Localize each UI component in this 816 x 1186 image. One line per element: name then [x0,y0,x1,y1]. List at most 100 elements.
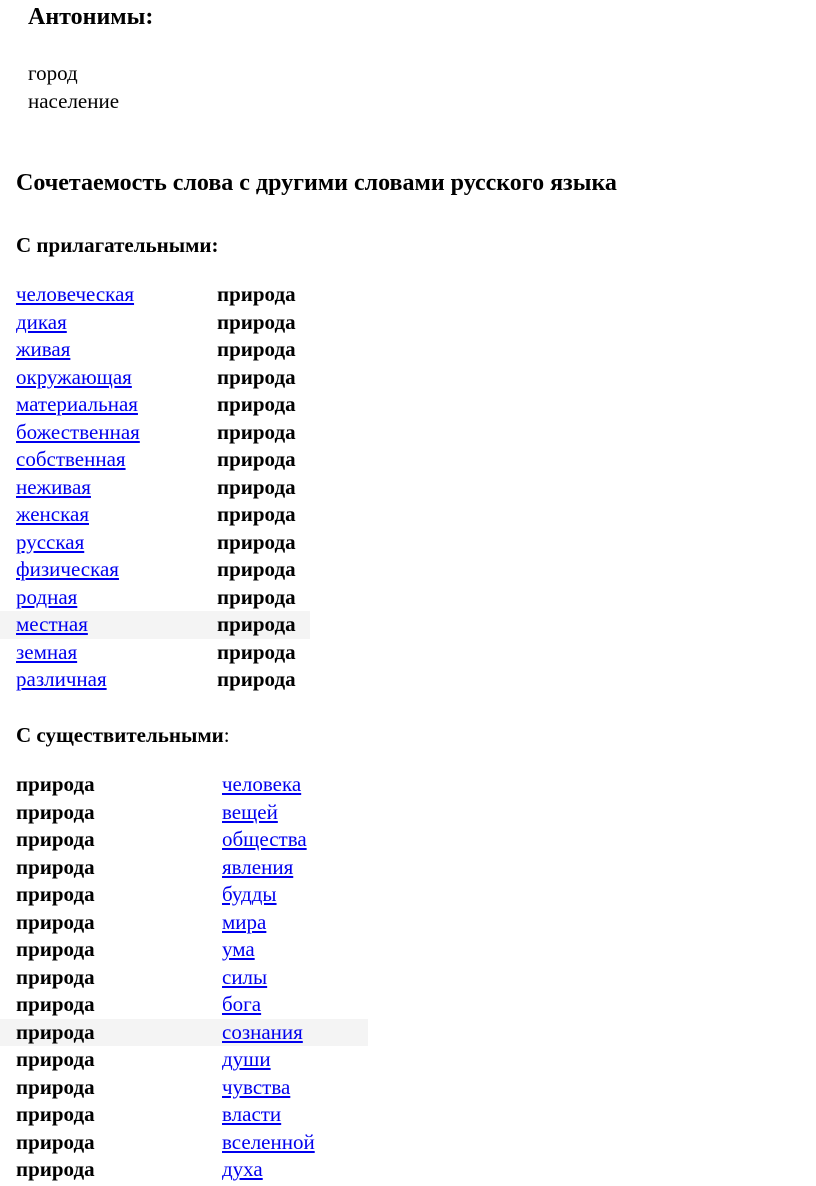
noun-link[interactable]: силы [222,964,267,992]
noun-text: природа [217,557,296,581]
adjective-link[interactable]: окружающая [16,364,132,392]
noun-text: природа [217,419,296,444]
table-row: природа вещей [0,799,816,827]
noun-text: природа [16,827,95,851]
noun-text: природа [16,1074,95,1099]
noun-text: природа [217,392,296,416]
noun-link[interactable]: сознания [222,1019,303,1047]
noun-text: природа [16,937,95,961]
noun-text: природа [217,529,296,554]
adjectives-heading: С прилагательными: [16,233,219,257]
table-row: природа власти [0,1101,816,1129]
noun-text: природа [16,854,95,879]
adjective-link[interactable]: неживая [16,474,91,502]
table-row: собственная природа [0,446,816,474]
table-row: родная природа [0,584,816,612]
noun-link[interactable]: человека [222,771,301,799]
antonyms-list: город население [28,60,119,115]
table-row: природа явления [0,854,816,882]
adjective-link[interactable]: собственная [16,446,126,474]
noun-text: природа [217,282,296,306]
collocation-heading: Сочетаемость слова с другими словами рус… [16,170,617,196]
table-row: материальная природа [0,391,816,419]
table-row: природа духа [0,1156,816,1184]
noun-text: природа [217,474,296,499]
noun-text: природа [217,309,296,334]
noun-link[interactable]: бога [222,991,261,1019]
antonyms-heading: Антонимы: [28,4,154,30]
table-row: неживая природа [0,474,816,502]
adjective-link[interactable]: материальная [16,391,138,419]
table-row: природа общества [0,826,816,854]
antonym-item: город [28,61,78,85]
noun-text: природа [16,1129,95,1154]
noun-link[interactable]: будды [222,881,277,909]
antonym-item: население [28,88,120,113]
nouns-heading: С существительными: [16,723,230,748]
noun-link[interactable]: мира [222,909,266,937]
noun-link[interactable]: чувства [222,1074,290,1102]
table-row: природа мира [0,909,816,937]
table-row: природа бога [0,991,816,1019]
table-row: природа сознания [0,1018,368,1047]
noun-text: природа [16,1019,95,1044]
noun-text: природа [16,1047,95,1071]
noun-text: природа [16,772,95,796]
table-row: женская природа [0,501,816,529]
table-row: природа человека [0,771,816,799]
table-row: физическая природа [0,556,816,584]
noun-text: природа [217,639,296,664]
adjective-link[interactable]: женская [16,501,89,529]
adjective-link[interactable]: земная [16,639,77,667]
table-row: русская природа [0,529,816,557]
noun-text: природа [16,992,95,1016]
table-row: человеческая природа [0,281,816,309]
adjective-link[interactable]: русская [16,529,84,557]
noun-link[interactable]: общества [222,826,307,854]
nouns-heading-colon: : [223,723,230,747]
table-row: божественная природа [0,419,816,447]
noun-link[interactable]: души [222,1046,271,1074]
noun-link[interactable]: вселенной [222,1129,315,1157]
table-row: природа души [0,1046,816,1074]
adjective-link[interactable]: различная [16,666,107,694]
noun-text: природа [217,447,296,471]
adjective-link[interactable]: физическая [16,556,119,584]
nouns-heading-text: С существительными [16,723,224,747]
adjective-link[interactable]: человеческая [16,281,134,309]
adjectives-table: человеческая природа дикая природа живая прир… [0,281,816,694]
table-row: дикая природа [0,309,816,337]
noun-link[interactable]: власти [222,1101,281,1129]
noun-text: природа [16,1102,95,1126]
adjective-link[interactable]: родная [16,584,77,612]
adjective-link[interactable]: дикая [16,309,67,337]
table-row: природа чувства [0,1074,816,1102]
noun-text: природа [217,364,296,389]
table-row: природа будды [0,881,816,909]
noun-text: природа [217,502,296,526]
noun-text: природа [16,1157,95,1181]
table-row: природа вселенной [0,1129,816,1157]
noun-text: природа [16,882,95,906]
noun-text: природа [217,612,296,636]
noun-text: природа [16,909,95,934]
noun-text: природа [16,799,95,824]
noun-text: природа [217,337,296,361]
table-row: земная природа [0,639,816,667]
table-row: различная природа [0,666,816,694]
nouns-table: природа человека природа вещей природа общест… [0,771,816,1184]
table-row: природа ума [0,936,816,964]
table-row: окружающая природа [0,364,816,392]
noun-link[interactable]: явления [222,854,293,882]
noun-text: природа [16,964,95,989]
noun-link[interactable]: вещей [222,799,278,827]
table-row: местная природа [0,611,310,639]
noun-text: природа [217,667,296,691]
adjective-link[interactable]: живая [16,336,70,364]
noun-link[interactable]: ума [222,936,255,964]
noun-link[interactable]: духа [222,1156,263,1184]
adjective-link[interactable]: божественная [16,419,140,447]
noun-text: природа [217,584,296,609]
adjective-link[interactable]: местная [16,611,88,639]
table-row: природа силы [0,964,816,992]
